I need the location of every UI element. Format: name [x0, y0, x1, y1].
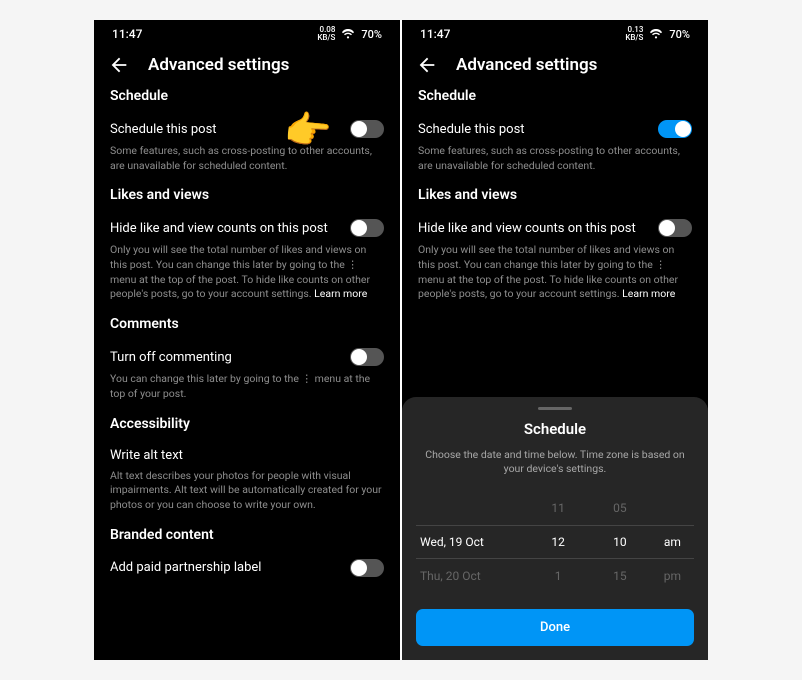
datetime-picker[interactable]: Wed, 19 Oct Thu, 20 Oct 11 12 1 05 10 15… — [416, 491, 694, 593]
phone-right: 11:47 0.13KB/S 70% Advanced settings Sch… — [402, 20, 708, 660]
learn-more-link[interactable]: Learn more — [622, 287, 675, 300]
status-net: 0.08KB/S — [317, 26, 335, 42]
section-schedule: Schedule — [418, 88, 692, 104]
wifi-icon — [649, 29, 663, 39]
section-likes: Likes and views — [110, 187, 384, 203]
status-battery: 70% — [361, 28, 382, 41]
section-branded: Branded content — [110, 527, 384, 543]
phone-left: 11:47 0.08KB/S 70% Advanced settings 👆 S… — [94, 20, 400, 660]
desc-comments: You can change this later by going to th… — [110, 372, 384, 401]
picker-minute-selected: 10 — [589, 525, 651, 559]
toggle-schedule[interactable] — [658, 120, 692, 138]
picker-date-selected: Wed, 19 Oct — [416, 525, 527, 559]
toggle-paid-partnership[interactable] — [350, 559, 384, 577]
header: Advanced settings — [94, 46, 400, 88]
toggle-hide-likes[interactable] — [350, 219, 384, 237]
status-bar: 11:47 0.13KB/S 70% — [402, 20, 708, 46]
desc-schedule: Some features, such as cross-posting to … — [110, 144, 384, 173]
back-icon[interactable] — [108, 54, 130, 76]
row-paid-partnership[interactable]: Add paid partnership label — [110, 551, 384, 583]
sheet-grab-handle[interactable] — [538, 407, 572, 410]
picker-col-hour[interactable]: 11 12 1 — [527, 491, 589, 593]
desc-schedule: Some features, such as cross-posting to … — [418, 144, 692, 173]
status-time: 11:47 — [112, 27, 142, 41]
sheet-desc: Choose the date and time below. Time zon… — [416, 448, 694, 477]
status-net: 0.13KB/S — [625, 26, 643, 42]
schedule-sheet: Schedule Choose the date and time below.… — [402, 397, 708, 660]
status-battery: 70% — [669, 28, 690, 41]
row-alt-text[interactable]: Write alt text — [110, 440, 384, 469]
desc-accessibility: Alt text describes your photos for peopl… — [110, 469, 384, 513]
section-schedule: Schedule — [110, 88, 384, 104]
settings-content[interactable]: Schedule Schedule this post Some feature… — [94, 88, 400, 660]
desc-likes: Only you will see the total number of li… — [418, 243, 692, 302]
back-icon[interactable] — [416, 54, 438, 76]
toggle-commenting[interactable] — [350, 348, 384, 366]
header: Advanced settings — [402, 46, 708, 88]
picker-ampm-selected: am — [651, 525, 694, 559]
picker-col-minute[interactable]: 05 10 15 — [589, 491, 651, 593]
row-schedule-post[interactable]: Schedule this post — [110, 112, 384, 144]
section-likes: Likes and views — [418, 187, 692, 203]
toggle-schedule[interactable] — [350, 120, 384, 138]
sheet-title: Schedule — [416, 420, 694, 438]
desc-likes: Only you will see the total number of li… — [110, 243, 384, 302]
picker-col-date[interactable]: Wed, 19 Oct Thu, 20 Oct — [416, 491, 527, 593]
row-hide-likes[interactable]: Hide like and view counts on this post — [110, 211, 384, 243]
row-turn-off-commenting[interactable]: Turn off commenting — [110, 340, 384, 372]
section-accessibility: Accessibility — [110, 416, 384, 432]
status-time: 11:47 — [420, 27, 450, 41]
picker-hour-selected: 12 — [527, 525, 589, 559]
status-bar: 11:47 0.08KB/S 70% — [94, 20, 400, 46]
picker-col-ampm[interactable]: am pm — [651, 491, 694, 593]
row-hide-likes[interactable]: Hide like and view counts on this post — [418, 211, 692, 243]
learn-more-link[interactable]: Learn more — [314, 287, 367, 300]
wifi-icon — [341, 29, 355, 39]
page-title: Advanced settings — [148, 55, 289, 75]
page-title: Advanced settings — [456, 55, 597, 75]
toggle-hide-likes[interactable] — [658, 219, 692, 237]
row-schedule-post[interactable]: Schedule this post — [418, 112, 692, 144]
done-button[interactable]: Done — [416, 609, 694, 646]
section-comments: Comments — [110, 316, 384, 332]
